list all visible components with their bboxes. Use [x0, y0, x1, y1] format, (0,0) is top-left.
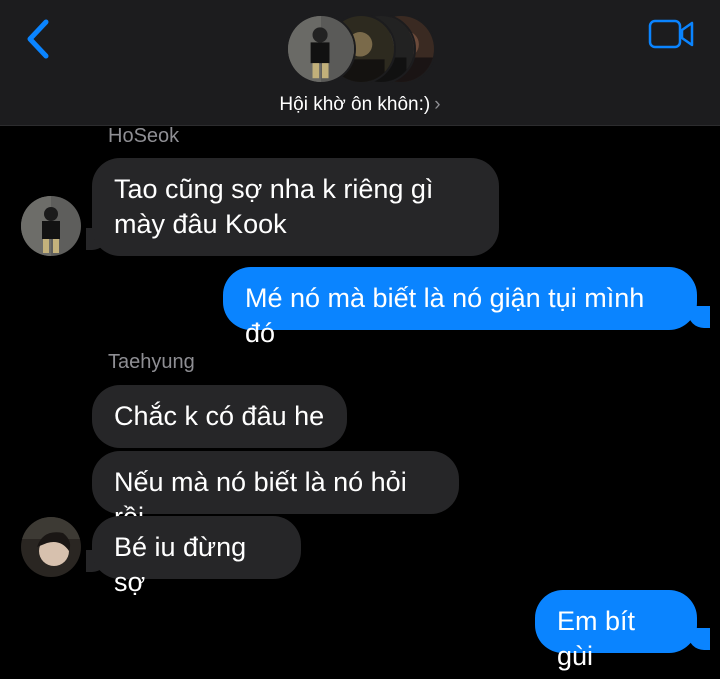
- group-avatar-stack[interactable]: [286, 14, 436, 84]
- chevron-right-icon: ›: [434, 94, 441, 115]
- message-text: Mé nó mà biết là nó giận tụi mình đó: [245, 283, 645, 348]
- video-call-button[interactable]: [646, 16, 696, 52]
- message-bubble-incoming[interactable]: Bé iu đừng sợ: [92, 516, 301, 597]
- message-text: Bé iu đừng sợ: [114, 532, 247, 597]
- group-name[interactable]: Hội khờ ôn khôn:) ›: [0, 94, 720, 116]
- message-bubble-outgoing[interactable]: Em bít gùi: [535, 590, 697, 671]
- message-bubble-incoming[interactable]: Chắc k có đâu he: [92, 385, 347, 448]
- sender-name: Taehyung: [108, 351, 195, 373]
- group-name-label: Hội khờ ôn khôn:): [279, 94, 431, 115]
- message-bubble-outgoing[interactable]: Mé nó mà biết là nó giận tụi mình đó: [223, 267, 697, 348]
- sender-name: HoSeok: [108, 125, 180, 147]
- avatar: [21, 517, 81, 577]
- message-text: Em bít gùi: [557, 606, 636, 671]
- video-camera-icon: [648, 19, 694, 49]
- chat-header: Hội khờ ôn khôn:) ›: [0, 0, 720, 126]
- message-text: Tao cũng sợ nha k riêng gì: [114, 174, 434, 204]
- message-bubble-incoming[interactable]: Tao cũng sợ nha k riêng gì mày đâu Kook: [92, 158, 499, 256]
- message-bubble-incoming[interactable]: Nếu mà nó biết là nó hỏi rồi: [92, 451, 459, 532]
- group-member-avatar: [286, 14, 356, 84]
- avatar: [21, 196, 81, 256]
- message-text: Chắc k có đâu he: [114, 401, 325, 431]
- back-button[interactable]: [18, 16, 58, 62]
- chevron-left-icon: [27, 19, 49, 59]
- message-text: mày đâu Kook: [114, 209, 287, 239]
